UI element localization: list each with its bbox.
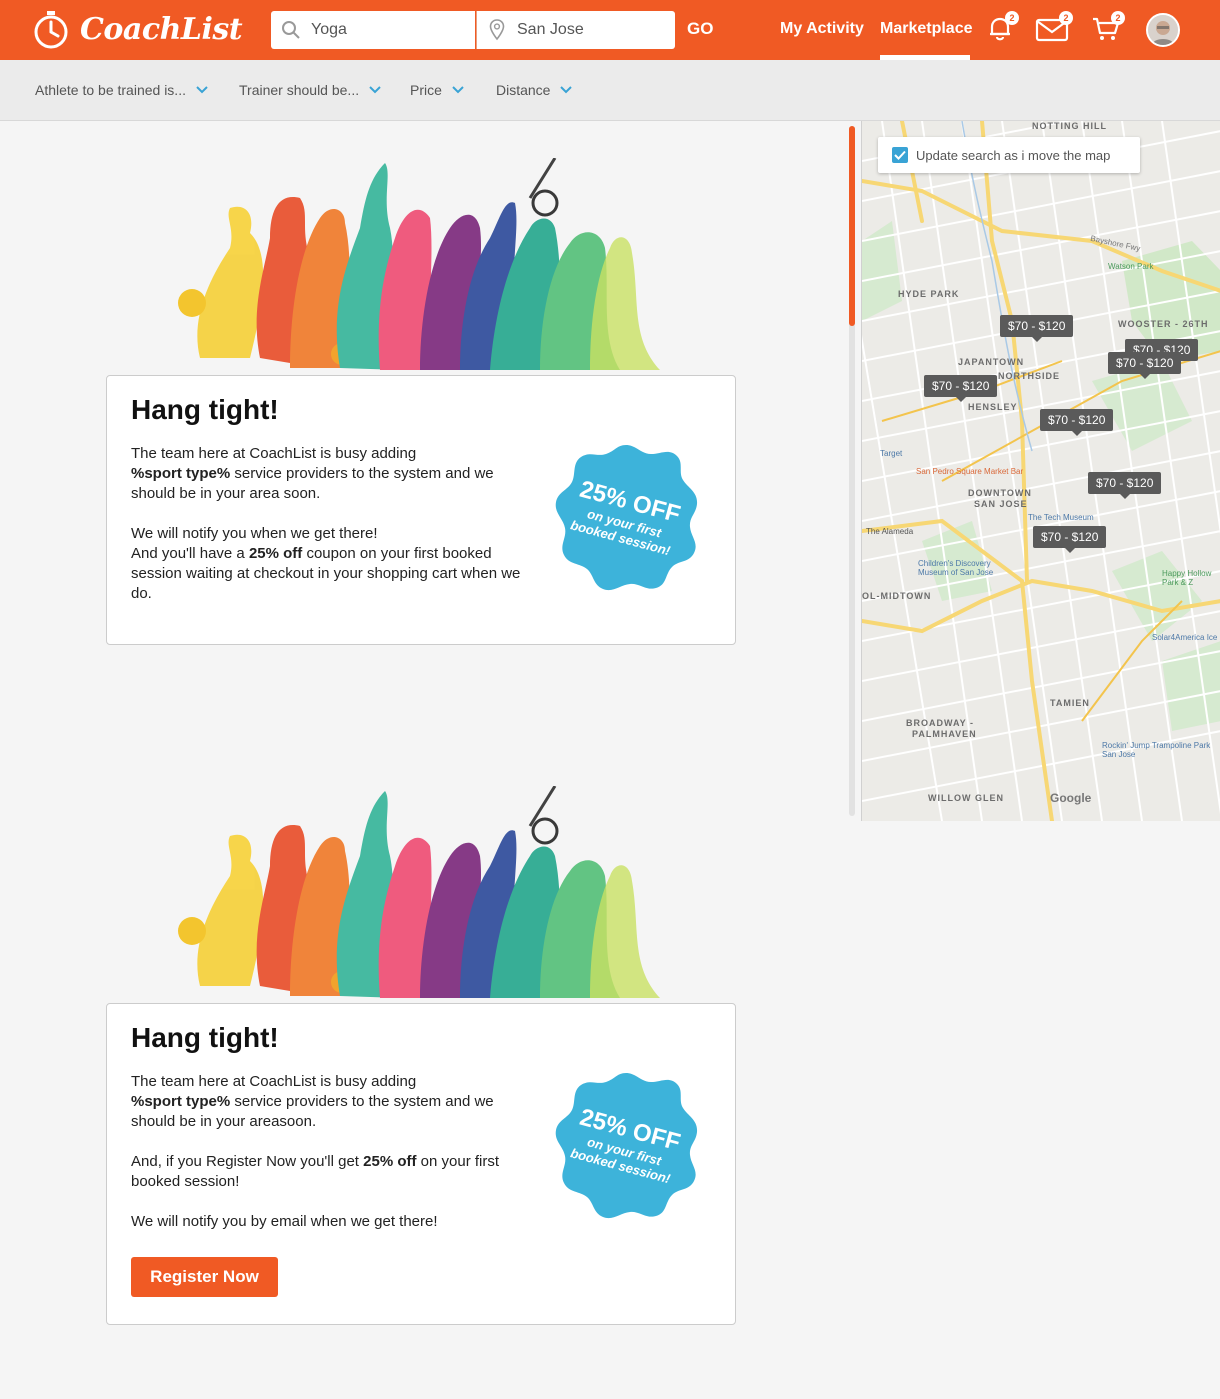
card-paragraph-2: We will notify you when we get there! An… [131, 525, 521, 602]
card-paragraph-1: The team here at CoachList is busy addin… [131, 445, 494, 502]
filter-distance[interactable]: Distance [496, 82, 573, 98]
go-button[interactable]: GO [687, 19, 713, 39]
card-paragraph-3: We will notify you by email when we get … [131, 1213, 438, 1230]
notifications-button[interactable]: 2 [985, 11, 1019, 44]
messages-button[interactable]: 2 [1035, 11, 1073, 44]
map-poi-san-pedro: San Pedro Square Market Bar [916, 467, 1024, 476]
map-poi-target: Target [880, 449, 903, 458]
sport-search-field[interactable] [271, 11, 475, 49]
checkbox-checked-icon[interactable] [892, 147, 908, 163]
card-paragraph-2: And, if you Register Now you'll get 25% … [131, 1153, 500, 1190]
results-scrollbar[interactable] [849, 126, 855, 816]
filter-price[interactable]: Price [410, 82, 464, 98]
user-avatar[interactable] [1146, 13, 1180, 47]
discount-amount: 25% off [248, 545, 303, 562]
logo-text: CoachList [80, 11, 243, 47]
chevron-down-icon [560, 86, 573, 94]
card-body: The team here at CoachList is busy addin… [131, 1072, 526, 1252]
filter-athlete[interactable]: Athlete to be trained is... [35, 82, 208, 98]
hang-tight-card-2: Hang tight! The team here at CoachList i… [106, 1003, 736, 1325]
map-price-pin[interactable]: $70 - $120 [1108, 352, 1182, 379]
map-poi-rockin-jump: Rockin' Jump Trampoline Park San Jose [1102, 741, 1211, 759]
filter-trainer[interactable]: Trainer should be... [239, 82, 381, 98]
card-title: Hang tight! [131, 1022, 279, 1053]
map-label-japantown: JAPANTOWN [958, 357, 1025, 367]
location-search-field[interactable] [476, 11, 675, 49]
map-street-alameda: The Alameda [866, 527, 914, 536]
map-label-hensley: HENSLEY [968, 402, 1018, 412]
nav-marketplace[interactable]: Marketplace [880, 20, 973, 38]
map-label-notting-hill: NOTTING HILL [1032, 121, 1107, 131]
coupon-badge: 25% OFF on your first booked session! [551, 1070, 701, 1220]
coupon-badge: 25% OFF on your first booked session! [551, 442, 701, 592]
filter-trainer-label: Trainer should be... [239, 82, 360, 98]
athletes-silhouette-illustration [178, 786, 660, 998]
filter-distance-label: Distance [496, 82, 551, 98]
register-now-button[interactable]: Register Now [131, 1257, 278, 1297]
update-search-label: Update search as i move the map [916, 147, 1111, 163]
notifications-count-badge: 2 [1005, 11, 1019, 25]
sport-type-placeholder: %sport type% [131, 1093, 231, 1110]
card-title: Hang tight! [131, 394, 279, 425]
map-poi-watson-park: Watson Park [1108, 262, 1154, 271]
map-poi-childrens-museum: Children's Discovery Museum of San Jose [918, 559, 994, 577]
map-price-pin[interactable]: $70 - $120 [1033, 526, 1107, 553]
map-poi-happy-hollow: Happy Hollow Park & Z [1162, 569, 1212, 587]
map-price-pin[interactable]: $70 - $120 [1040, 409, 1114, 436]
map-label-midtown: OL-MIDTOWN [862, 591, 932, 601]
location-pin-icon [477, 19, 517, 41]
location-search-input[interactable] [517, 21, 667, 39]
filter-athlete-label: Athlete to be trained is... [35, 82, 186, 98]
cart-button[interactable]: 2 [1091, 11, 1125, 44]
stopwatch-icon [34, 11, 68, 49]
hang-tight-card-1: Hang tight! The team here at CoachList i… [106, 375, 736, 645]
discount-amount: 25% off [363, 1153, 417, 1170]
messages-count-badge: 2 [1059, 11, 1073, 25]
map-label-downtown: DOWNTOWN [968, 488, 1032, 498]
chevron-down-icon [196, 86, 208, 94]
map-poi-solar4america: Solar4America Ice [1152, 633, 1218, 642]
map-price-pin[interactable]: $70 - $120 [924, 375, 998, 402]
nav-my-activity[interactable]: My Activity [780, 20, 864, 38]
cart-count-badge: 2 [1111, 11, 1125, 25]
map-label-san-jose: SAN JOSE [974, 499, 1028, 509]
athletes-silhouette-illustration [178, 158, 660, 370]
map-price-pin[interactable]: $70 - $120 [1088, 472, 1162, 499]
map-label-northside: NORTHSIDE [998, 371, 1061, 381]
card-body: The team here at CoachList is busy addin… [131, 444, 526, 624]
chevron-down-icon [369, 86, 381, 94]
map-label-palmhaven: PALMHAVEN [912, 729, 977, 739]
map-label-broadway: BROADWAY - [906, 718, 975, 728]
sport-search-input[interactable] [311, 21, 461, 39]
sport-type-placeholder: %sport type% [131, 465, 231, 482]
filter-bar: Athlete to be trained is... Trainer shou… [0, 60, 1220, 121]
map-label-tamien: TAMIEN [1050, 698, 1090, 708]
results-map[interactable]: NOTTING HILL HYDE PARK JAPANTOWN NORTHSI… [861, 121, 1220, 821]
search-icon [271, 20, 311, 40]
map-label-willow-glen: WILLOW GLEN [928, 793, 1004, 803]
chevron-down-icon [452, 86, 464, 94]
update-search-toggle[interactable]: Update search as i move the map [878, 137, 1140, 173]
map-poi-tech-museum: The Tech Museum [1028, 513, 1094, 522]
coachlist-logo[interactable]: CoachList [32, 8, 243, 50]
map-price-pin[interactable]: $70 - $120 [1000, 315, 1074, 342]
top-navigation-bar: CoachList GO My Activity Marketplace 2 2… [0, 0, 1220, 60]
map-label-hyde-park: HYDE PARK [898, 289, 960, 299]
map-label-wooster: WOOSTER - 26TH [1118, 319, 1209, 329]
scrollbar-thumb[interactable] [849, 126, 855, 326]
filter-price-label: Price [410, 82, 442, 98]
google-logo: Google [1050, 791, 1092, 805]
card-paragraph-1: The team here at CoachList is busy addin… [131, 1073, 494, 1130]
